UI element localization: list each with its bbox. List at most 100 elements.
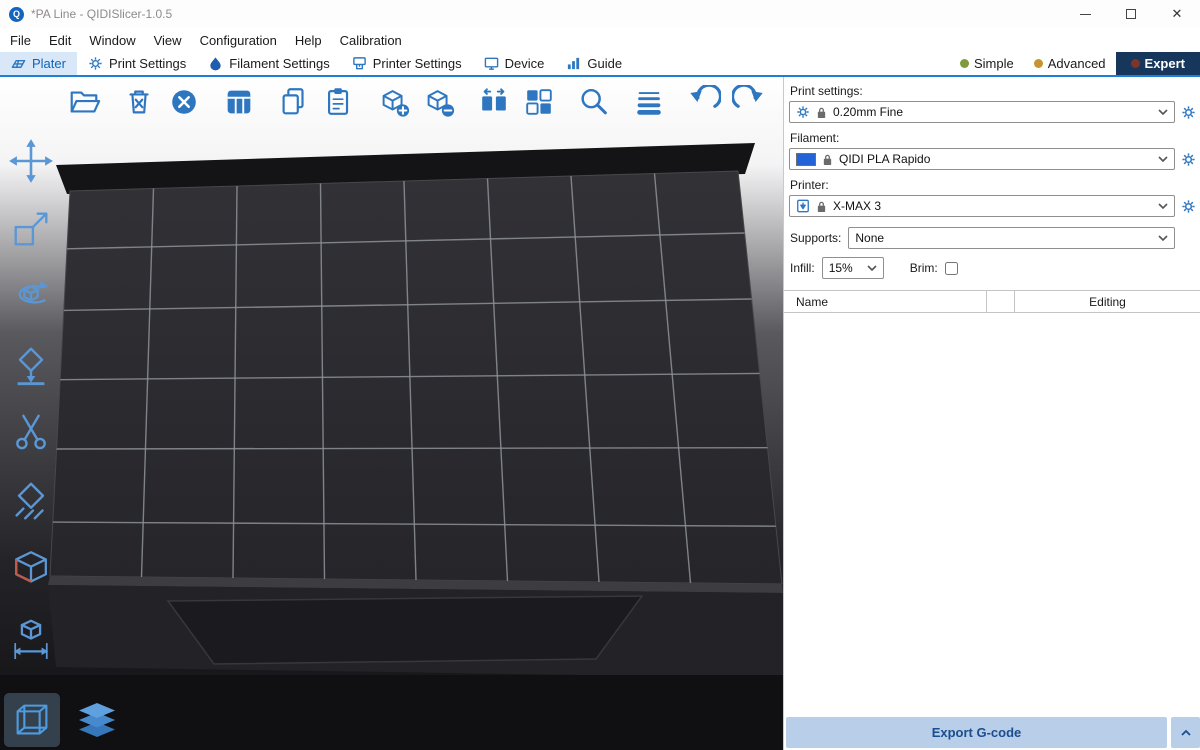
- maximize-button[interactable]: [1108, 0, 1154, 28]
- infill-label: Infill:: [790, 261, 815, 275]
- scale-tool-button[interactable]: [5, 205, 57, 253]
- rotate-icon: [9, 275, 53, 319]
- object-list-body[interactable]: [784, 313, 1200, 693]
- supports-combo[interactable]: None: [848, 227, 1175, 249]
- printer-base-handle: [168, 596, 642, 664]
- top-toolbar: [64, 82, 783, 122]
- print-settings-combo[interactable]: 0.20mm Fine: [789, 101, 1175, 123]
- measure-icon: [9, 547, 53, 591]
- undo-button[interactable]: [684, 82, 724, 122]
- undo-icon: [687, 85, 721, 119]
- supports-value: None: [855, 231, 884, 245]
- menu-item-view[interactable]: View: [145, 28, 191, 52]
- export-gcode-button[interactable]: Export G-code: [786, 717, 1167, 748]
- paint-support-icon: [9, 479, 53, 523]
- filament-color-swatch: [796, 153, 816, 166]
- open-button[interactable]: [64, 82, 104, 122]
- advanced-mode-dot-icon: [1034, 59, 1043, 68]
- tab-filament-settings-label: Filament Settings: [229, 56, 329, 71]
- distance-icon: [9, 615, 53, 659]
- tab-print-settings[interactable]: Print Settings: [77, 52, 197, 75]
- place-on-face-tool-button[interactable]: [5, 341, 57, 389]
- 3d-viewport[interactable]: [0, 77, 783, 750]
- menu-item-file[interactable]: File: [1, 28, 40, 52]
- 3d-scene: [0, 77, 783, 750]
- view-switch: [4, 693, 125, 747]
- mode-simple-label: Simple: [974, 56, 1014, 71]
- mode-expert[interactable]: Expert: [1116, 52, 1200, 75]
- measure-tool-button[interactable]: [5, 545, 57, 593]
- arrange-button[interactable]: [219, 82, 259, 122]
- search-button[interactable]: [574, 82, 614, 122]
- distance-tool-button[interactable]: [5, 613, 57, 661]
- copy-icon: [277, 85, 311, 119]
- printer-settings-icon: [352, 56, 367, 71]
- paste-button[interactable]: [319, 82, 359, 122]
- close-button[interactable]: ✕: [1154, 0, 1200, 28]
- infill-combo[interactable]: 15%: [822, 257, 884, 279]
- tab-guide[interactable]: Guide: [555, 52, 633, 75]
- view-preview-button[interactable]: [69, 693, 125, 747]
- rotate-tool-button[interactable]: [5, 273, 57, 321]
- tab-device[interactable]: Device: [473, 52, 556, 75]
- menu-item-help[interactable]: Help: [286, 28, 331, 52]
- menu-item-edit[interactable]: Edit: [40, 28, 80, 52]
- mode-simple[interactable]: Simple: [950, 52, 1024, 75]
- copy-button[interactable]: [274, 82, 314, 122]
- app-logo-icon: Q: [9, 7, 24, 22]
- tabbar: Plater Print Settings Filament Settings …: [0, 52, 1200, 77]
- tab-plater[interactable]: Plater: [0, 52, 77, 75]
- minimize-icon: [1080, 14, 1091, 15]
- tab-printer-settings[interactable]: Printer Settings: [341, 52, 473, 75]
- delete-all-button[interactable]: [164, 82, 204, 122]
- minimize-button[interactable]: [1062, 0, 1108, 28]
- split-to-parts-button[interactable]: [519, 82, 559, 122]
- plater-icon: [11, 56, 26, 71]
- tab-print-settings-label: Print Settings: [109, 56, 186, 71]
- gear-icon: [1181, 152, 1196, 167]
- delete-all-icon: [167, 85, 201, 119]
- brim-checkbox[interactable]: [945, 262, 958, 275]
- split-to-objects-button[interactable]: [474, 82, 514, 122]
- move-tool-button[interactable]: [5, 137, 57, 185]
- window-title: *PA Line - QIDISlicer-1.0.5: [31, 7, 172, 21]
- print-settings-value: 0.20mm Fine: [833, 105, 903, 119]
- printer-combo[interactable]: X-MAX 3: [789, 195, 1175, 217]
- remove-instance-icon: [422, 85, 456, 119]
- 3d-editor-cube-icon: [9, 697, 55, 743]
- paint-support-tool-button[interactable]: [5, 477, 57, 525]
- delete-icon: [122, 85, 156, 119]
- menu-item-calibration[interactable]: Calibration: [331, 28, 411, 52]
- menu-item-configuration[interactable]: Configuration: [191, 28, 286, 52]
- cut-tool-button[interactable]: [5, 409, 57, 457]
- redo-button[interactable]: [729, 82, 769, 122]
- main-area: Print settings: 0.20mm Fine Filament: QI…: [0, 77, 1200, 750]
- remove-instance-button[interactable]: [419, 82, 459, 122]
- printer-value: X-MAX 3: [833, 199, 881, 213]
- view-3d-editor-button[interactable]: [4, 693, 60, 747]
- gear-icon: [1181, 199, 1196, 214]
- filament-gear-button[interactable]: [1180, 152, 1197, 167]
- filament-combo[interactable]: QIDI PLA Rapido: [789, 148, 1175, 170]
- export-options-button[interactable]: [1171, 717, 1200, 748]
- mode-advanced[interactable]: Advanced: [1024, 52, 1116, 75]
- mode-advanced-label: Advanced: [1048, 56, 1106, 71]
- add-instance-button[interactable]: [374, 82, 414, 122]
- variable-layer-height-button[interactable]: [629, 82, 669, 122]
- chevron-down-icon: [1158, 203, 1168, 209]
- print-settings-gear-button[interactable]: [1180, 105, 1197, 120]
- add-instance-icon: [377, 85, 411, 119]
- filament-label: Filament:: [790, 131, 1194, 145]
- device-icon: [484, 56, 499, 71]
- gear-icon: [796, 105, 810, 119]
- chevron-down-icon: [867, 265, 877, 271]
- mode-switcher: Simple Advanced Expert: [950, 52, 1200, 75]
- tab-filament-settings[interactable]: Filament Settings: [197, 52, 340, 75]
- cut-icon: [9, 411, 53, 455]
- scale-icon: [9, 207, 53, 251]
- printer-gear-button[interactable]: [1180, 199, 1197, 214]
- menu-item-window[interactable]: Window: [80, 28, 144, 52]
- delete-button[interactable]: [119, 82, 159, 122]
- preview-layers-icon: [73, 696, 121, 744]
- app-window: Q *PA Line - QIDISlicer-1.0.5 ✕ File Edi…: [0, 0, 1200, 750]
